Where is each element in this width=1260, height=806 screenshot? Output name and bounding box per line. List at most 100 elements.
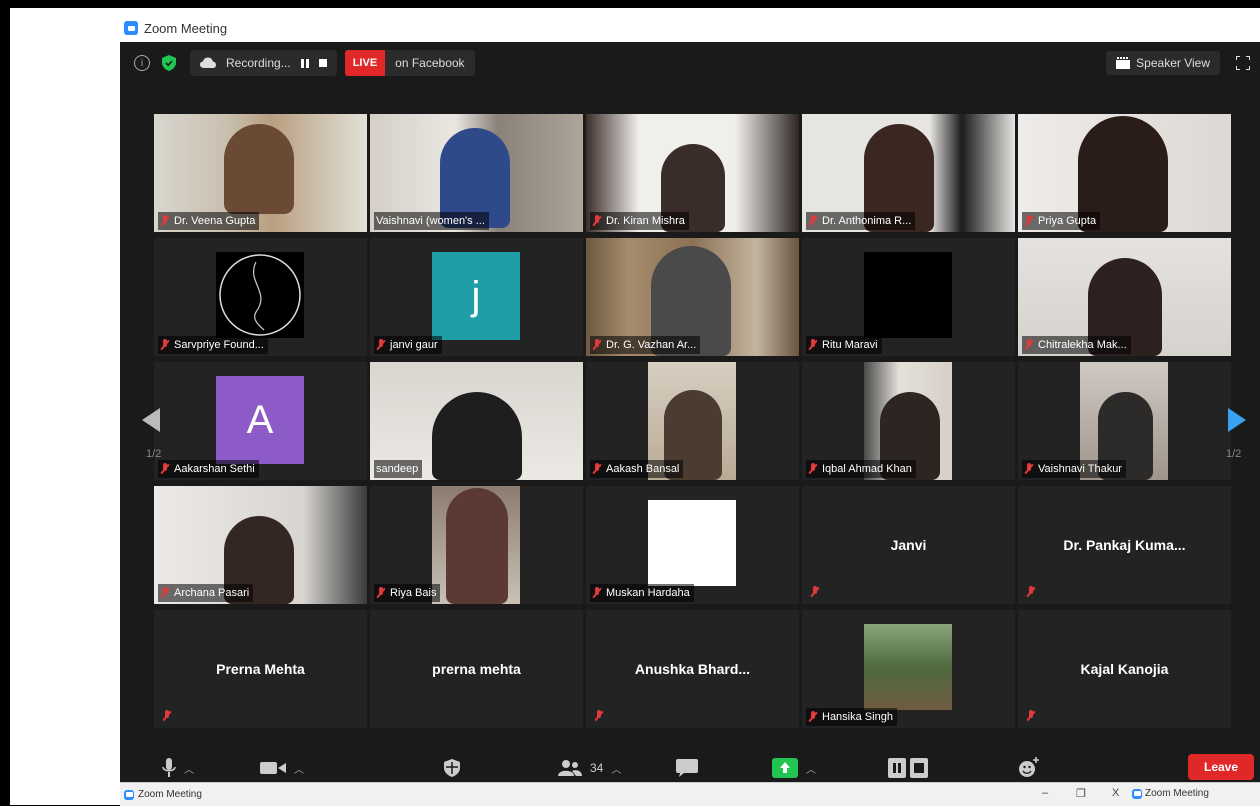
name-tag: Vaishnavi Thakur bbox=[1022, 460, 1126, 478]
participant-tile[interactable]: Priya Gupta bbox=[1018, 114, 1231, 232]
name-tag: Dr. Kiran Mishra bbox=[590, 212, 689, 230]
participant-name: Prerna Mehta bbox=[216, 661, 305, 677]
participant-tile-active-speaker[interactable]: Vaishnavi (women's ... bbox=[370, 114, 583, 232]
participant-name: Priya Gupta bbox=[1038, 215, 1097, 227]
mic-muted-icon bbox=[1024, 339, 1034, 351]
close-button[interactable]: X bbox=[1112, 787, 1119, 799]
previous-page-arrow-icon[interactable] bbox=[142, 408, 160, 432]
participants-button[interactable]: 34 ︿ bbox=[558, 757, 621, 779]
page-indicator-right: 1/2 bbox=[1226, 448, 1242, 460]
participant-name: Dr. Kiran Mishra bbox=[606, 215, 685, 227]
record-button[interactable] bbox=[888, 757, 928, 779]
participant-name: Janvi bbox=[890, 537, 927, 553]
name-tag: Dr. Veena Gupta bbox=[158, 212, 260, 230]
participant-tile[interactable]: j janvi gaur bbox=[370, 238, 583, 356]
participant-tile[interactable]: Anushka Bhard... bbox=[586, 610, 799, 728]
share-options-caret-icon[interactable]: ︿ bbox=[806, 761, 816, 776]
participant-tile[interactable]: Archana Pasari bbox=[154, 486, 367, 604]
participant-tile[interactable]: Janvi bbox=[802, 486, 1015, 604]
participant-name: Vaishnavi (women's ... bbox=[376, 215, 485, 227]
participant-name: Vaishnavi Thakur bbox=[1038, 463, 1122, 475]
participant-tile[interactable]: Vaishnavi Thakur bbox=[1018, 362, 1231, 480]
participant-tile[interactable]: sandeep bbox=[370, 362, 583, 480]
start-video-button[interactable]: ︿ bbox=[260, 757, 304, 779]
name-tag: Dr. Anthonima R... bbox=[806, 212, 916, 230]
reactions-button[interactable] bbox=[1018, 757, 1040, 779]
recording-label: Recording... bbox=[226, 56, 291, 70]
participant-name: Riya Bais bbox=[390, 587, 437, 599]
next-page-arrow-icon[interactable] bbox=[1228, 408, 1246, 432]
chat-button[interactable] bbox=[676, 757, 698, 779]
participant-name: Dr. Pankaj Kuma... bbox=[1063, 537, 1186, 553]
participant-tile[interactable]: Prerna Mehta bbox=[154, 610, 367, 728]
name-tag: Muskan Hardaha bbox=[590, 584, 694, 602]
mic-muted-icon bbox=[376, 587, 386, 599]
taskbar-app-label[interactable]: Zoom Meeting bbox=[138, 789, 202, 800]
taskbar-right-label: Zoom Meeting bbox=[1145, 788, 1209, 799]
mic-muted-icon bbox=[160, 587, 170, 599]
info-icon[interactable]: i bbox=[134, 55, 150, 71]
minimize-button[interactable]: – bbox=[1042, 787, 1048, 799]
mic-muted-icon bbox=[1024, 463, 1034, 475]
participant-tile[interactable]: Ritu Maravi bbox=[802, 238, 1015, 356]
participant-tile[interactable]: Dr. Veena Gupta bbox=[154, 114, 367, 232]
speaker-view-button[interactable]: Speaker View bbox=[1106, 51, 1220, 75]
name-tag: Aakash Bansal bbox=[590, 460, 684, 478]
participant-name: Aakash Bansal bbox=[606, 463, 680, 475]
participant-tile[interactable]: Iqbal Ahmad Khan bbox=[802, 362, 1015, 480]
participant-name: Aakarshan Sethi bbox=[174, 463, 255, 475]
fullscreen-icon[interactable] bbox=[1236, 56, 1250, 70]
live-destination: on Facebook bbox=[395, 56, 465, 70]
security-button[interactable] bbox=[444, 757, 460, 779]
recording-indicator: Recording... bbox=[190, 50, 337, 76]
participants-options-caret-icon[interactable]: ︿ bbox=[611, 761, 621, 776]
video-options-caret-icon[interactable]: ︿ bbox=[294, 761, 304, 776]
participant-name: Iqbal Ahmad Khan bbox=[822, 463, 912, 475]
participant-name: Chitralekha Mak... bbox=[1038, 339, 1127, 351]
profile-picture bbox=[864, 624, 952, 710]
participant-name: Muskan Hardaha bbox=[606, 587, 690, 599]
participant-tile[interactable]: Riya Bais bbox=[370, 486, 583, 604]
participant-tile[interactable]: Kajal Kanojia bbox=[1018, 610, 1231, 728]
person-figure bbox=[432, 392, 522, 480]
mic-muted-icon bbox=[808, 215, 818, 227]
pause-recording-icon[interactable] bbox=[300, 58, 309, 68]
emoji-reaction-icon bbox=[1019, 757, 1039, 777]
share-screen-icon bbox=[772, 758, 798, 778]
speaker-view-label: Speaker View bbox=[1136, 56, 1210, 70]
participant-tile[interactable]: Hansika Singh bbox=[802, 610, 1015, 728]
mute-button[interactable]: ︿ bbox=[162, 757, 194, 779]
live-badge: LIVE bbox=[344, 50, 386, 76]
participant-tile[interactable]: Muskan Hardaha bbox=[586, 486, 799, 604]
participant-tile[interactable]: Dr. Pankaj Kuma... bbox=[1018, 486, 1231, 604]
gallery-grid: Dr. Veena Gupta Vaishnavi (women's ... D… bbox=[154, 114, 1234, 728]
audio-options-caret-icon[interactable]: ︿ bbox=[184, 761, 194, 776]
participant-name: Kajal Kanojia bbox=[1080, 661, 1169, 677]
participant-tile[interactable]: A Aakarshan Sethi bbox=[154, 362, 367, 480]
participant-tile[interactable]: Sarvpriye Found... bbox=[154, 238, 367, 356]
video-camera-icon bbox=[260, 762, 286, 774]
participant-name: prerna mehta bbox=[432, 661, 521, 677]
participant-name: Dr. Veena Gupta bbox=[174, 215, 256, 227]
restore-button[interactable]: ❐ bbox=[1076, 787, 1086, 800]
participant-tile[interactable]: prerna mehta bbox=[370, 610, 583, 728]
leave-meeting-button[interactable]: Leave bbox=[1188, 754, 1254, 780]
participant-tile[interactable]: Aakash Bansal bbox=[586, 362, 799, 480]
participant-tile[interactable]: Dr. Kiran Mishra bbox=[586, 114, 799, 232]
profile-picture bbox=[648, 500, 736, 586]
stop-recording-icon[interactable] bbox=[318, 59, 327, 67]
participant-tile[interactable]: Dr. Anthonima R... bbox=[802, 114, 1015, 232]
mic-muted-icon bbox=[160, 339, 170, 351]
share-screen-button[interactable]: ︿ bbox=[772, 757, 816, 779]
security-shield-icon[interactable] bbox=[162, 55, 176, 71]
circle-logo-icon bbox=[219, 254, 301, 336]
zoom-logo-icon bbox=[1132, 788, 1142, 799]
participant-tile[interactable]: Dr. G. Vazhan Ar... bbox=[586, 238, 799, 356]
taskbar-zoom-item[interactable]: Zoom Meeting bbox=[1132, 788, 1209, 799]
mic-muted-icon bbox=[160, 215, 170, 227]
participant-name: Ritu Maravi bbox=[822, 339, 878, 351]
live-stream-indicator[interactable]: LIVE on Facebook bbox=[344, 50, 475, 76]
window-title: Zoom Meeting bbox=[144, 20, 228, 36]
name-tag: Hansika Singh bbox=[806, 708, 897, 726]
participant-tile[interactable]: Chitralekha Mak... bbox=[1018, 238, 1231, 356]
